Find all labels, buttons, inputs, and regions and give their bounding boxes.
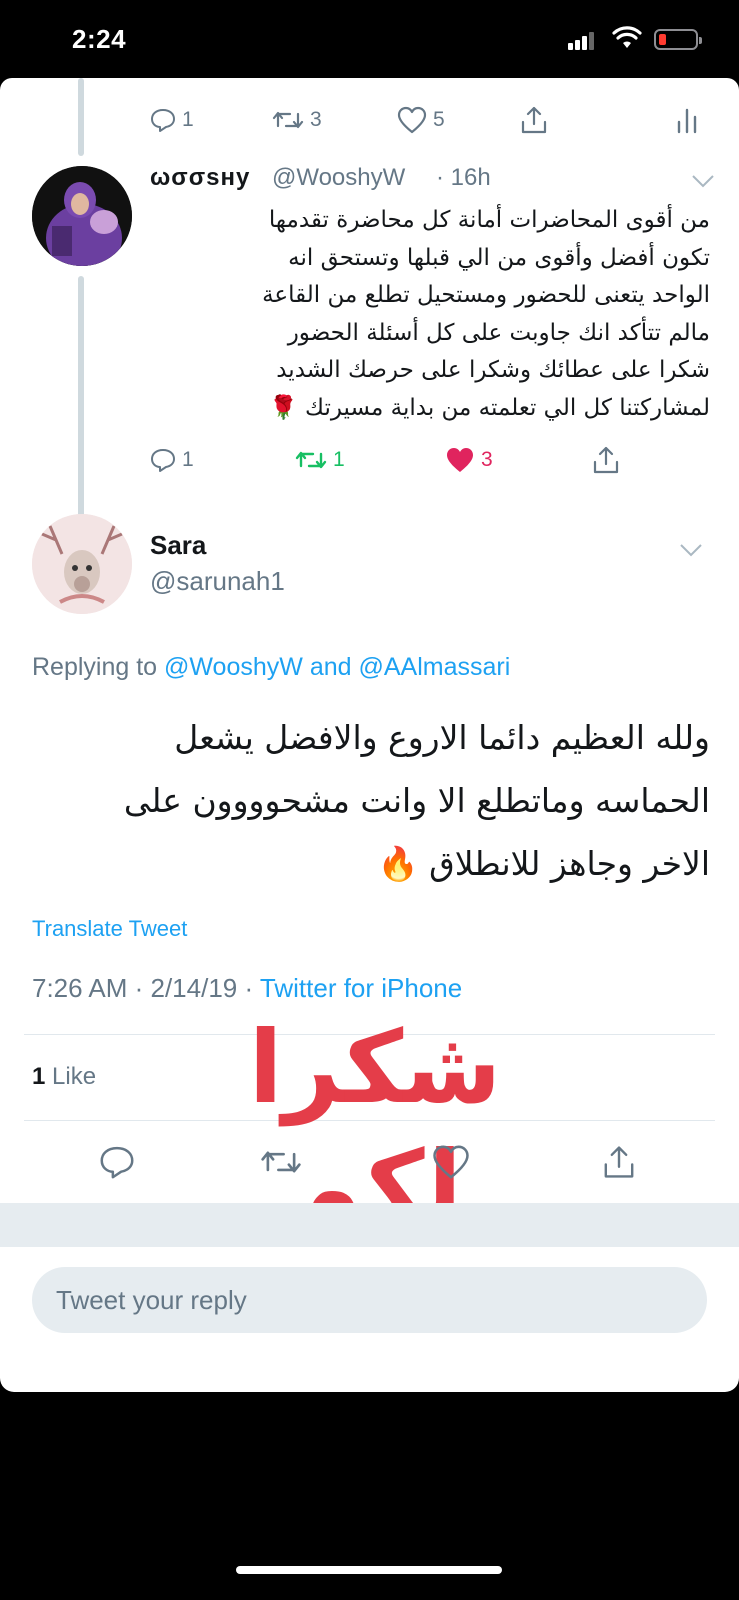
battery-icon	[654, 29, 702, 50]
like-button[interactable]: 3	[445, 440, 493, 480]
reply-icon	[100, 1146, 134, 1179]
like-button[interactable]: 5	[397, 100, 445, 140]
avatar[interactable]	[32, 166, 132, 266]
retweet-icon	[295, 451, 327, 469]
reply-input[interactable]: Tweet your reply	[32, 1267, 707, 1333]
status-bar: 2:24	[0, 0, 739, 78]
share-button[interactable]	[520, 100, 548, 140]
tweet-text: من أقوى المحاضرات أمانة كل محاضرة تقدمها…	[262, 207, 710, 421]
home-indicator[interactable]	[236, 1566, 502, 1574]
previous-tweet-actions: 1 3 5	[0, 100, 739, 140]
retweet-icon	[261, 1151, 301, 1173]
chevron-down-icon[interactable]	[678, 542, 704, 558]
share-button[interactable]	[592, 440, 620, 480]
reply-button[interactable]: 1	[150, 100, 194, 140]
tweet-actions: 1 1 3	[0, 440, 739, 480]
replying-and[interactable]: and	[310, 653, 352, 681]
retweet-icon	[272, 111, 304, 129]
share-button[interactable]	[602, 1142, 636, 1182]
display-name[interactable]: Sara	[150, 530, 206, 561]
user-handle[interactable]: @WooshyW	[272, 164, 405, 192]
display-name[interactable]: ωσσsнy	[150, 164, 250, 192]
likes-count-link[interactable]: 1 Like	[32, 1063, 96, 1091]
avatar[interactable]	[32, 514, 132, 614]
status-time: 2:24	[72, 24, 127, 54]
share-icon	[604, 1146, 634, 1178]
reply-placeholder: Tweet your reply	[56, 1285, 247, 1315]
share-icon	[593, 446, 619, 474]
heart-icon	[433, 1145, 469, 1179]
avatar-image	[32, 166, 132, 266]
retweet-button[interactable]: 1	[295, 440, 345, 480]
section-separator	[0, 1203, 739, 1247]
reply-icon	[151, 449, 175, 472]
share-icon	[521, 106, 547, 134]
heart-icon	[397, 106, 427, 134]
analytics-icon	[677, 108, 697, 134]
mention-link[interactable]: @WooshyW	[164, 653, 303, 681]
tweet-detail-sheet: 1 3 5 ωσσsнy @WooshyW · 16h من أقوى المح…	[0, 78, 739, 1392]
reply-button[interactable]	[98, 1142, 136, 1182]
cellular-signal-icon	[568, 32, 596, 50]
wifi-icon	[612, 26, 642, 48]
like-button[interactable]	[432, 1142, 470, 1182]
heart-filled-icon	[447, 448, 473, 472]
replying-to: Replying to @WooshyW and @AAlmassari	[32, 653, 511, 681]
retweet-button[interactable]: 3	[272, 100, 322, 140]
chevron-down-icon[interactable]	[690, 173, 716, 189]
translate-tweet-link[interactable]: Translate Tweet	[32, 916, 187, 942]
reply-button[interactable]: 1	[150, 440, 194, 480]
analytics-button[interactable]	[676, 100, 698, 140]
user-handle[interactable]: @sarunah1	[150, 566, 285, 597]
tweet-text: ولله العظيم دائما الاروع والافضل يشعل ال…	[123, 718, 710, 883]
tweet-source-link[interactable]: Twitter for iPhone	[260, 973, 462, 1003]
tweet-age: · 16h	[436, 164, 491, 191]
tweet-detail-actions	[0, 1142, 739, 1182]
reply-icon	[151, 109, 175, 132]
tweet-timestamp: 7:26 AM · 2/14/19 · Twitter for iPhone	[32, 973, 463, 1003]
avatar-image	[32, 514, 132, 614]
retweet-button[interactable]	[260, 1142, 302, 1182]
mention-link[interactable]: @AAlmassari	[359, 653, 511, 681]
